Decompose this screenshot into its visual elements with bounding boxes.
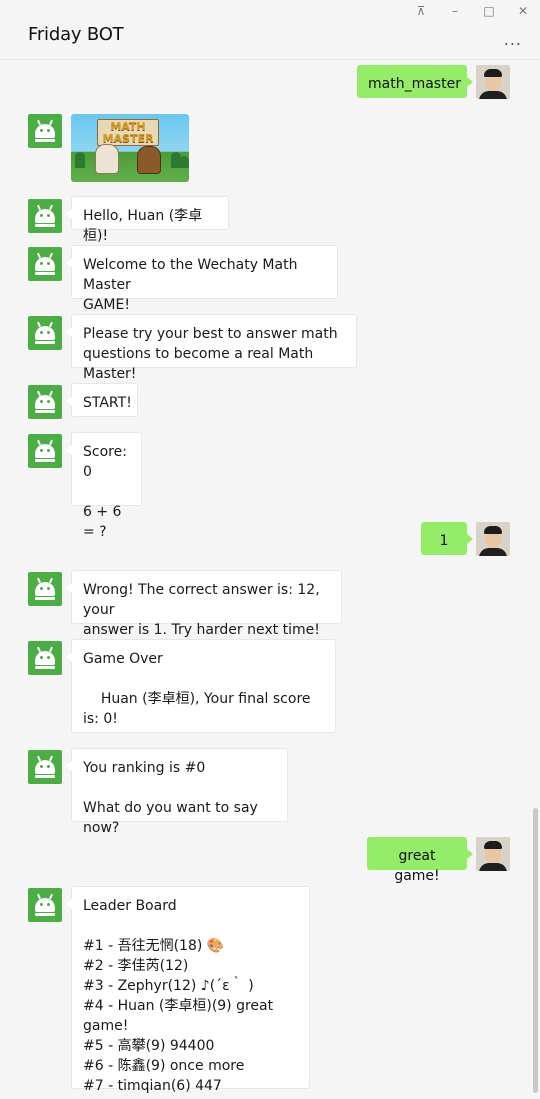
math-master-image[interactable]: MATH MASTER [71, 114, 189, 182]
bot-avatar[interactable] [28, 750, 62, 784]
more-options-icon[interactable]: ... [504, 30, 522, 49]
message-bubble-bot[interactable]: Score: 0 6 + 6 = ? [66, 432, 142, 540]
title-bar: Friday BOT ⊼ – □ ✕ ... [0, 0, 540, 60]
bot-avatar[interactable] [28, 641, 62, 675]
minimize-icon[interactable]: – [447, 3, 463, 19]
message-bubble-bot[interactable]: START! [66, 383, 138, 417]
message-bubble-bot[interactable]: Wrong! The correct answer is: 12, your a… [66, 570, 342, 638]
dog-character [137, 146, 161, 174]
message-list[interactable]: math_master MATH MASTER Hello, Huan (李卓桓… [0, 61, 540, 1099]
chat-title: Friday BOT [28, 24, 124, 45]
message-bubble-bot[interactable]: Game Over Huan (李卓桓), Your final score i… [66, 639, 336, 733]
bot-avatar[interactable] [28, 434, 62, 468]
bot-avatar[interactable] [28, 888, 62, 922]
bot-avatar[interactable] [28, 572, 62, 606]
user-avatar[interactable] [476, 65, 510, 99]
message-bubble-bot[interactable]: Please try your best to answer math ques… [66, 314, 357, 382]
bot-avatar[interactable] [28, 385, 62, 419]
user-avatar[interactable] [476, 837, 510, 871]
bot-avatar[interactable] [28, 316, 62, 350]
close-icon[interactable]: ✕ [515, 3, 531, 19]
scrollbar-thumb[interactable] [533, 808, 538, 1093]
math-master-logo: MATH MASTER [97, 119, 159, 146]
sheep-character [95, 144, 119, 174]
bot-avatar[interactable] [28, 199, 62, 233]
message-bubble-user[interactable]: math_master [357, 65, 473, 98]
bot-avatar[interactable] [28, 114, 62, 148]
user-avatar[interactable] [476, 522, 510, 556]
message-bubble-bot[interactable]: You ranking is #0 What do you want to sa… [66, 748, 288, 836]
bot-avatar[interactable] [28, 247, 62, 281]
message-bubble-user[interactable]: 1 [421, 522, 473, 555]
message-bubble-bot[interactable]: Hello, Huan (李卓桓)! [66, 196, 229, 244]
message-bubble-bot[interactable]: Welcome to the Wechaty Math Master GAME! [66, 245, 338, 313]
message-bubble-user[interactable]: great game! [367, 837, 473, 884]
pin-icon[interactable]: ⊼ [413, 3, 429, 19]
maximize-icon[interactable]: □ [481, 3, 497, 19]
leaderboard-bubble[interactable]: Leader Board #1 - 吾往无惘(18) 🎨 #2 - 李佳芮(12… [66, 886, 310, 1094]
